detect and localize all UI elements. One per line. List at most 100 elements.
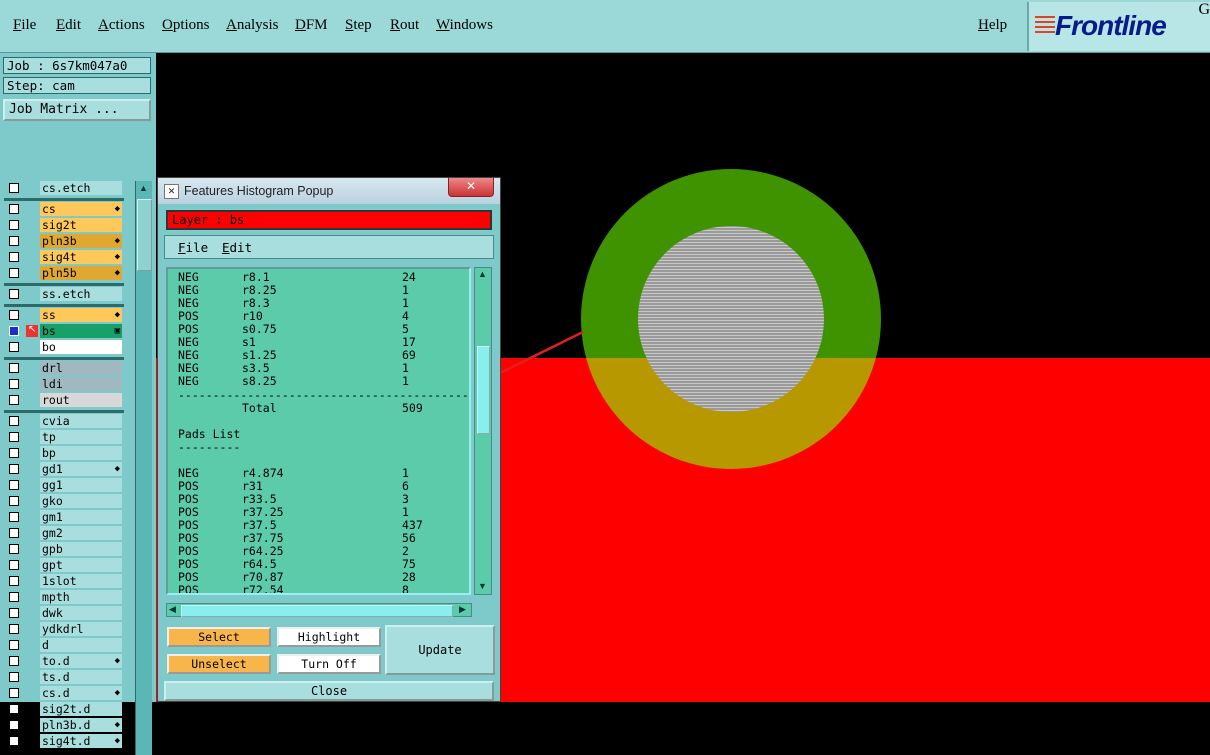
layer-name[interactable]: 1slot [40, 574, 122, 588]
layer-row[interactable]: ldi [4, 377, 124, 391]
layer-name[interactable]: gpb [40, 542, 122, 556]
layer-name[interactable]: cvia [40, 414, 122, 428]
layer-affected-checkbox[interactable] [9, 720, 19, 730]
menu-options[interactable]: Options [162, 17, 210, 34]
layer-name[interactable]: bs ▣ [40, 324, 122, 338]
layer-affected-checkbox[interactable] [9, 608, 19, 618]
layer-row[interactable]: gg1 [4, 478, 124, 492]
layer-row[interactable]: bo [4, 340, 124, 354]
layer-affected-checkbox[interactable] [9, 432, 19, 442]
layer-row[interactable]: cs.etch [4, 181, 124, 195]
layer-row[interactable]: cvia [4, 414, 124, 428]
layer-name[interactable]: gm2 [40, 526, 122, 540]
menu-rout[interactable]: Rout [390, 17, 419, 34]
layer-affected-checkbox[interactable] [9, 672, 19, 682]
menu-step[interactable]: Step [345, 17, 372, 34]
layer-name[interactable]: to.d ◆ [40, 654, 122, 668]
layer-row[interactable]: cs.d ◆ [4, 686, 124, 700]
scroll-down-arrow-icon[interactable]: ▼ [478, 581, 487, 591]
histogram-vertical-thumb[interactable] [477, 346, 490, 434]
layer-affected-checkbox[interactable] [9, 204, 19, 214]
layer-name[interactable]: ss ◆ [40, 308, 122, 322]
layer-name[interactable]: ldi [40, 377, 122, 391]
layer-affected-checkbox[interactable] [9, 512, 19, 522]
layer-row[interactable]: gpt [4, 558, 124, 572]
layer-name[interactable]: sig2t.d [40, 702, 122, 716]
layer-list-scrollbar[interactable]: ▲ [135, 181, 152, 755]
layer-name[interactable]: sig4t.d ◆ [40, 734, 122, 748]
layer-affected-checkbox[interactable] [9, 363, 19, 373]
layer-row[interactable]: rout [4, 393, 124, 407]
layer-name[interactable]: bp [40, 446, 122, 460]
layer-row[interactable]: gd1 ◆ [4, 462, 124, 476]
layer-affected-checkbox[interactable] [9, 544, 19, 554]
layer-row[interactable]: bp [4, 446, 124, 460]
layer-name[interactable]: gpt [40, 558, 122, 572]
layer-affected-checkbox[interactable] [9, 464, 19, 474]
layer-row[interactable]: ↖ bs ▣ [4, 324, 124, 338]
scroll-right-arrow-icon[interactable]: ▶ [459, 604, 466, 615]
menu-help[interactable]: Help [978, 17, 1007, 34]
scroll-up-arrow-icon[interactable]: ▲ [139, 183, 148, 193]
layer-affected-checkbox[interactable] [9, 704, 19, 714]
layer-row[interactable]: sig2t [4, 218, 124, 232]
scroll-up-arrow-icon[interactable]: ▲ [478, 269, 487, 279]
layer-name[interactable]: cs.d ◆ [40, 686, 122, 700]
close-button[interactable]: Close [164, 681, 494, 701]
layer-name[interactable]: cs.etch [40, 181, 122, 195]
layer-affected-checkbox[interactable] [9, 395, 19, 405]
menu-edit[interactable]: Edit [56, 17, 81, 34]
layer-affected-checkbox[interactable] [9, 268, 19, 278]
layer-name[interactable]: gg1 [40, 478, 122, 492]
layer-affected-checkbox[interactable] [9, 448, 19, 458]
popup-menu-edit[interactable]: Edit [222, 240, 252, 255]
layer-row[interactable]: 1slot [4, 574, 124, 588]
histogram-horizontal-thumb[interactable] [181, 605, 453, 617]
scroll-left-arrow-icon[interactable]: ◀ [169, 604, 176, 615]
layer-name[interactable]: pln5b ◆ [40, 266, 122, 280]
layer-affected-checkbox[interactable] [9, 379, 19, 389]
popup-titlebar[interactable]: ✕ Features Histogram Popup ✕ [158, 178, 500, 204]
histogram-list[interactable]: NEG r8.1 24 NEG r8.25 1 NEG r8.3 1 POS r10 4 POS s0.7… [166, 267, 471, 595]
layer-row[interactable]: cs ◆ [4, 202, 124, 216]
layer-row[interactable]: pln5b ◆ [4, 266, 124, 280]
menu-dfm[interactable]: DFM [295, 17, 328, 34]
highlight-button[interactable]: Highlight [277, 627, 381, 647]
layer-affected-checkbox[interactable] [9, 310, 19, 320]
menu-analysis[interactable]: Analysis [226, 17, 279, 34]
layer-row[interactable]: drl [4, 361, 124, 375]
layer-affected-checkbox[interactable] [9, 183, 19, 193]
layer-affected-checkbox[interactable] [9, 656, 19, 666]
layer-affected-checkbox[interactable] [9, 342, 19, 352]
layer-name[interactable]: ydkdrl [40, 622, 122, 636]
layer-name[interactable]: sig4t ◆ [40, 250, 122, 264]
layer-affected-checkbox[interactable] [9, 220, 19, 230]
layer-name[interactable]: bo [40, 340, 122, 354]
layer-affected-checkbox[interactable] [9, 624, 19, 634]
layer-affected-checkbox[interactable] [9, 688, 19, 698]
layer-row[interactable]: sig4t ◆ [4, 250, 124, 264]
layer-row[interactable]: pln3b.d ◆ [4, 718, 124, 732]
layer-list-scroll-thumb[interactable] [137, 199, 152, 271]
menu-windows[interactable]: Windows [436, 17, 493, 34]
layer-affected-checkbox[interactable] [9, 289, 19, 299]
layer-name[interactable]: sig2t [40, 218, 122, 232]
menu-file[interactable]: File [13, 17, 36, 34]
layer-affected-checkbox[interactable] [9, 236, 19, 246]
layer-affected-checkbox[interactable] [9, 640, 19, 650]
layer-row[interactable]: gm1 [4, 510, 124, 524]
layer-row[interactable]: mpth [4, 590, 124, 604]
layer-affected-checkbox[interactable] [9, 480, 19, 490]
layer-affected-checkbox[interactable] [9, 528, 19, 538]
layer-row[interactable]: sig2t.d [4, 702, 124, 716]
layer-affected-checkbox[interactable] [9, 560, 19, 570]
layer-name[interactable]: gd1 ◆ [40, 462, 122, 476]
layer-name[interactable]: ts.d [40, 670, 122, 684]
layer-row[interactable]: to.d ◆ [4, 654, 124, 668]
layer-affected-checkbox[interactable] [9, 326, 19, 336]
layer-row[interactable]: ss ◆ [4, 308, 124, 322]
menu-actions[interactable]: Actions [98, 17, 145, 34]
histogram-horizontal-scrollbar[interactable]: ◀ ▶ [166, 603, 472, 617]
layer-name[interactable]: drl [40, 361, 122, 375]
layer-affected-checkbox[interactable] [9, 592, 19, 602]
